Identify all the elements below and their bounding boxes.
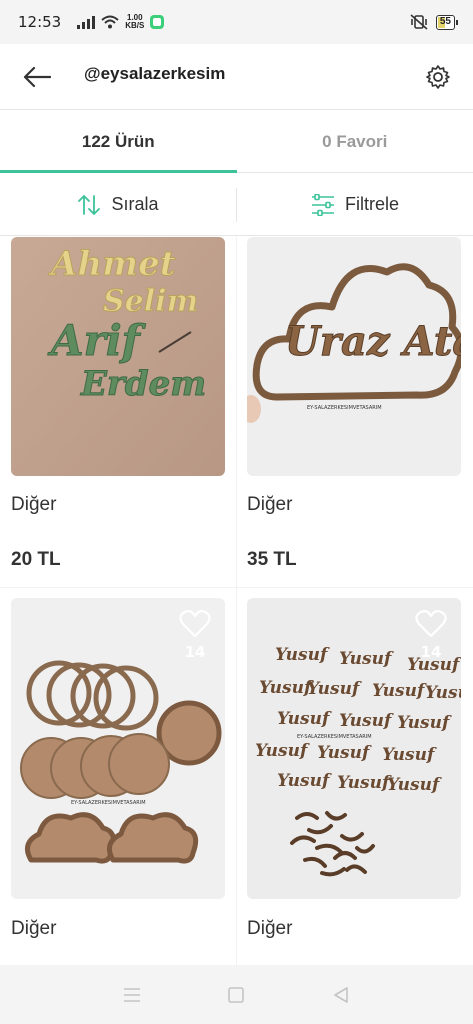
cutout-text-selim: Selim (103, 284, 198, 319)
product-card[interactable]: Uraz Ata EY-SALAZERKESIMVETASARIM Diğer … (237, 237, 473, 587)
cutout-text-yusuf: Yusuf (425, 683, 461, 703)
cutout-text-erdem: Erdem (80, 364, 206, 404)
app-header: @eysalazerkesim (0, 44, 473, 110)
status-time: 12:53 (18, 13, 62, 31)
app-notification-icon (150, 15, 165, 29)
signal-icon (77, 16, 96, 29)
product-image[interactable]: Ahmet Selim Arif Erdem (11, 237, 225, 476)
cloud-name-frame-image: Uraz Ata EY-SALAZERKESIMVETASARIM (247, 237, 461, 476)
product-card[interactable]: Yusuf Yusuf Yusuf Yusuf Yusuf Yusuf Yusu… (237, 588, 473, 965)
cutout-text-yusuf: Yusuf (339, 649, 394, 669)
favorite-badge[interactable]: 14 (175, 610, 215, 661)
product-card[interactable]: EY-SALAZERKESIMVETASARIM 14 Diğer (0, 588, 236, 965)
sliders-icon (311, 193, 334, 216)
net-speed: 1.00 KB/S (125, 14, 144, 30)
system-back-button[interactable] (321, 975, 361, 1015)
status-right: 55 (410, 14, 459, 30)
battery-icon: 55 (435, 14, 459, 30)
recents-button[interactable] (112, 975, 152, 1015)
sort-arrows-icon (78, 194, 101, 215)
cutout-text-yusuf: Yusuf (339, 711, 394, 731)
cutout-text-yusuf: Yusuf (259, 678, 314, 698)
filter-label: Filtrele (344, 194, 399, 214)
product-category: Diğer (11, 494, 57, 515)
image-watermark: EY-SALAZERKESIMVETASARIM (297, 734, 372, 740)
tab-favorites[interactable]: 0 Favori (237, 111, 473, 172)
favorite-count: 14 (184, 643, 206, 661)
heart-icon (179, 610, 211, 638)
page-title: @eysalazerkesim (84, 64, 226, 83)
cutout-text-yusuf: Yusuf (255, 741, 310, 761)
product-grid: Ahmet Selim Arif Erdem Diğer 20 TL Uraz … (0, 237, 473, 965)
square-home-icon (228, 986, 245, 1003)
cutout-text-ahmet: Ahmet (48, 244, 176, 284)
product-category: Diğer (247, 918, 293, 939)
wifi-icon (101, 15, 119, 29)
status-bar: 12:53 1.00 KB/S 55 (0, 0, 473, 44)
cutout-text-yusuf: Yusuf (372, 681, 427, 701)
tab-bar: 122 Ürün 0 Favori (0, 111, 473, 173)
cutout-text-yusuf: Yusuf (275, 645, 330, 665)
home-button[interactable] (216, 975, 256, 1015)
battery-level: 55 (439, 15, 451, 27)
triangle-back-icon (334, 986, 348, 1003)
sort-button[interactable]: Sırala (0, 174, 236, 235)
gear-icon (426, 65, 450, 89)
menu-icon (124, 987, 141, 1002)
product-image[interactable]: EY-SALAZERKESIMVETASARIM 14 (11, 598, 225, 899)
cutout-text-yusuf: Yusuf (397, 713, 452, 733)
cutout-text-yusuf: Yusuf (387, 775, 442, 795)
cutout-text-uraz-ata: Uraz Ata (285, 318, 461, 365)
vibrate-icon (410, 14, 428, 30)
favorite-badge[interactable]: 14 (411, 610, 451, 661)
product-category: Diğer (247, 494, 293, 515)
heart-icon (415, 610, 447, 638)
sort-filter-bar: Sırala Filtrele (0, 174, 473, 236)
arrow-left-icon (23, 66, 51, 88)
image-watermark: EY-SALAZERKESIMVETASARIM (71, 800, 146, 806)
product-price: 20 TL (11, 549, 61, 570)
sort-label: Sırala (111, 194, 159, 214)
cutout-text-arif: Arif (47, 316, 147, 365)
system-nav-bar (0, 965, 473, 1024)
settings-button[interactable] (421, 60, 455, 94)
net-speed-unit: KB/S (125, 21, 145, 30)
product-image[interactable]: Yusuf Yusuf Yusuf Yusuf Yusuf Yusuf Yusu… (247, 598, 461, 899)
cutout-text-yusuf: Yusuf (337, 773, 392, 793)
tab-products[interactable]: 122 Ürün (0, 111, 237, 173)
image-watermark: EY-SALAZERKESIMVETASARIM (307, 405, 382, 411)
cutout-text-yusuf: Yusuf (277, 771, 332, 791)
product-image[interactable]: Uraz Ata EY-SALAZERKESIMVETASARIM (247, 237, 461, 476)
favorite-count: 14 (420, 643, 442, 661)
name-cutouts-image: Ahmet Selim Arif Erdem (11, 237, 225, 476)
filter-button[interactable]: Filtrele (237, 174, 473, 235)
cutout-text-yusuf: Yusuf (382, 745, 437, 765)
cutout-text-yusuf: Yusuf (307, 679, 362, 699)
product-card[interactable]: Ahmet Selim Arif Erdem Diğer 20 TL (0, 237, 236, 587)
cutout-text-yusuf: Yusuf (277, 709, 332, 729)
product-price: 35 TL (247, 549, 297, 570)
back-button[interactable] (20, 60, 54, 94)
product-category: Diğer (11, 918, 57, 939)
status-left: 12:53 1.00 KB/S (18, 13, 165, 31)
cutout-text-yusuf: Yusuf (317, 743, 372, 763)
